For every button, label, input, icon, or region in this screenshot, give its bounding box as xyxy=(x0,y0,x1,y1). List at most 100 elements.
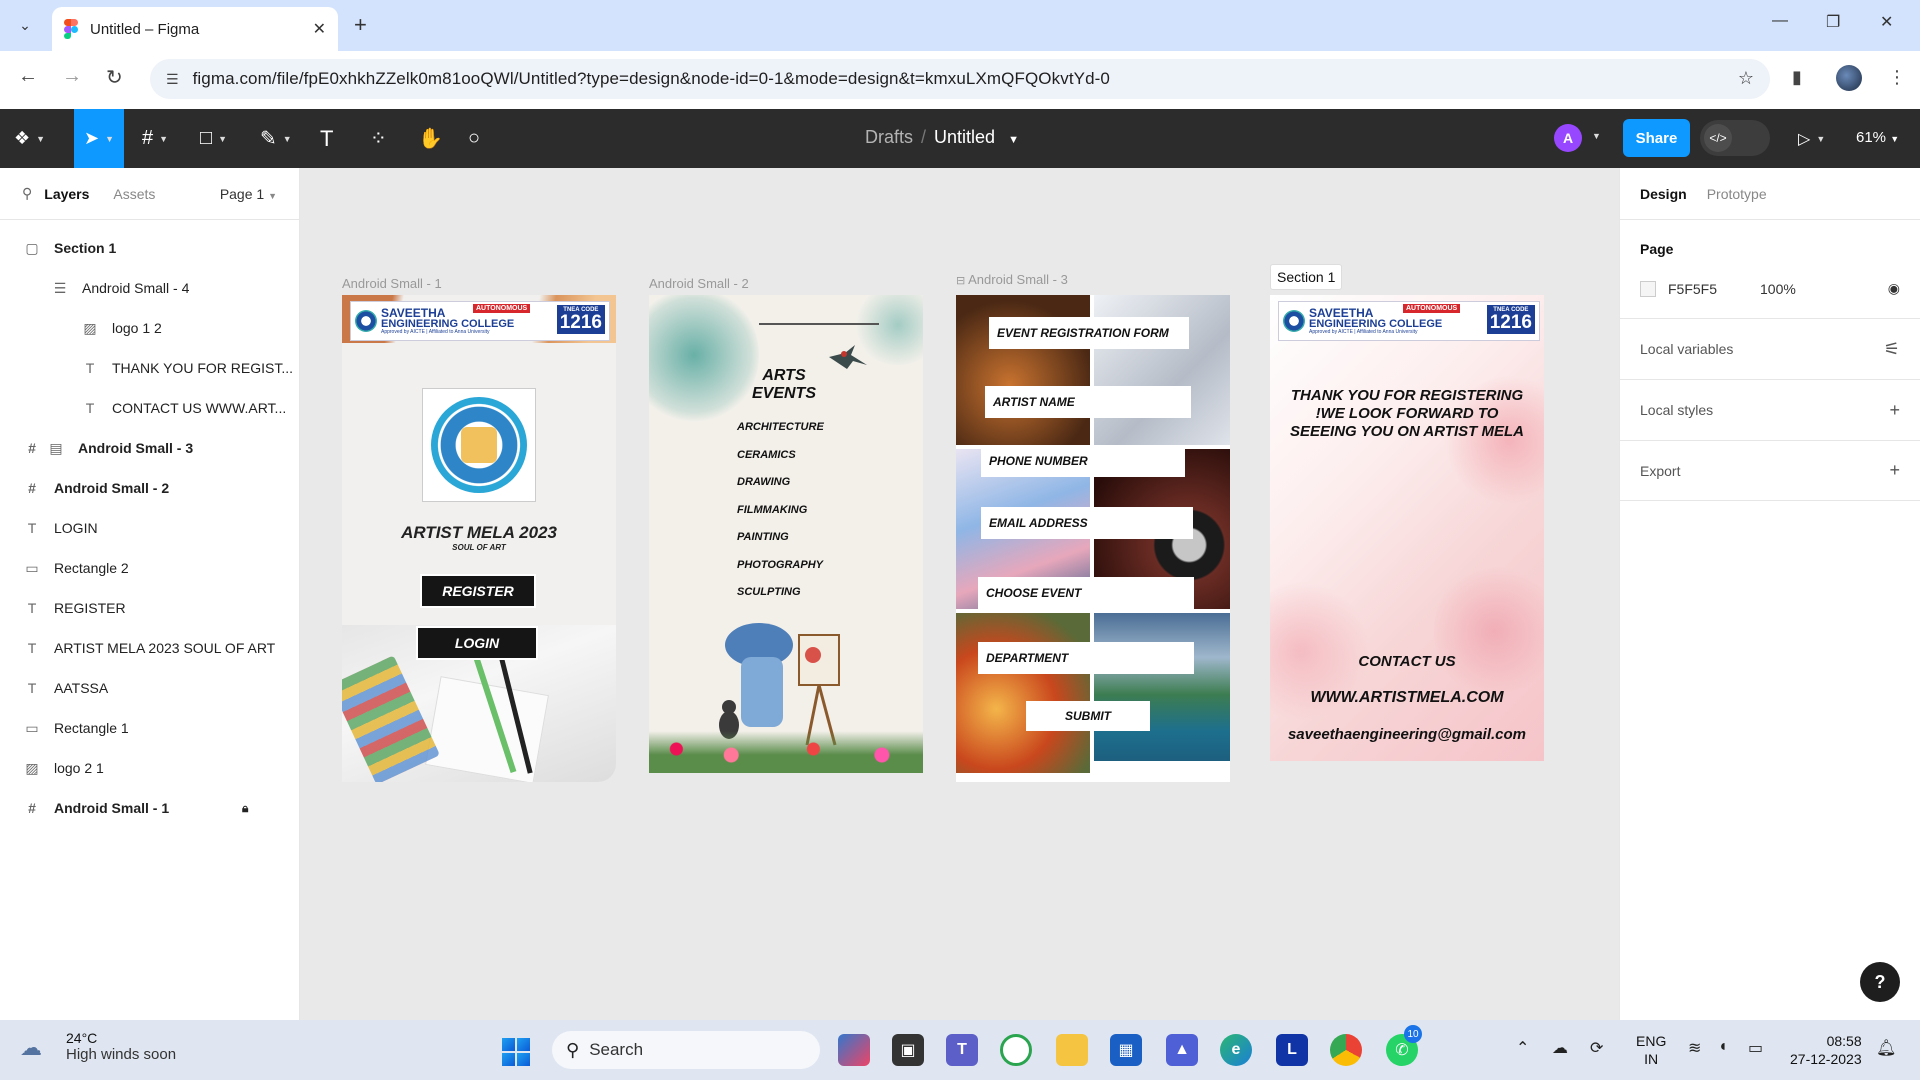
department-field[interactable]: DEPARTMENT xyxy=(978,642,1194,674)
local-styles-row[interactable]: Local styles + xyxy=(1620,379,1920,440)
refresh-app-icon[interactable] xyxy=(1000,1034,1032,1066)
move-tool-button[interactable]: ➤ ▼ xyxy=(74,109,124,168)
choose-event-field[interactable]: CHOOSE EVENT xyxy=(978,577,1194,609)
layer-row[interactable]: ▨ logo 1 2 xyxy=(0,308,300,348)
profile-avatar[interactable] xyxy=(1836,65,1862,91)
register-button[interactable]: REGISTER xyxy=(420,574,536,608)
notification-bell-icon[interactable]: 🔔︎ xyxy=(1876,1038,1896,1058)
eye-icon[interactable]: ◉ xyxy=(1888,280,1900,297)
close-window-icon[interactable]: ✕ xyxy=(1880,12,1893,32)
layer-row[interactable]: T REGISTER xyxy=(0,588,300,628)
export-row[interactable]: Export + xyxy=(1620,440,1920,501)
language-indicator[interactable]: ENG IN xyxy=(1636,1032,1666,1068)
copilot-icon[interactable] xyxy=(838,1034,870,1066)
search-icon[interactable]: ⚲ xyxy=(22,185,32,202)
dev-mode-toggle[interactable]: </> xyxy=(1700,120,1770,156)
browser-tab[interactable]: Untitled – Figma ✕ xyxy=(52,7,338,51)
restore-icon[interactable]: ❐ xyxy=(1826,12,1840,32)
android-small-2-frame[interactable]: ARTS EVENTS ARCHITECTURE CERAMICS DRAWING F… xyxy=(649,295,923,773)
tab-assets[interactable]: Assets xyxy=(113,186,155,202)
present-button[interactable]: ▷ ▼ xyxy=(1798,109,1825,168)
onedrive-icon[interactable]: ☁ xyxy=(1552,1038,1568,1058)
tab-design[interactable]: Design xyxy=(1640,186,1687,202)
page-selector[interactable]: Page 1 ▼ xyxy=(220,186,277,202)
add-export-icon[interactable]: + xyxy=(1889,460,1900,481)
battery-icon[interactable]: ▭ xyxy=(1748,1038,1763,1058)
edge-icon[interactable]: e xyxy=(1220,1034,1252,1066)
layer-row[interactable]: ☰ Android Small - 4 xyxy=(0,268,300,308)
layer-row[interactable]: T LOGIN xyxy=(0,508,300,548)
tab-search-chevron-icon[interactable]: ⌄ xyxy=(12,12,38,38)
pen-tool-button[interactable]: ✎ ▼ xyxy=(260,109,292,168)
sync-icon[interactable]: ⟳ xyxy=(1590,1038,1603,1058)
l-app-icon[interactable]: L xyxy=(1276,1034,1308,1066)
close-tab-icon[interactable]: ✕ xyxy=(313,19,326,39)
email-address-field[interactable]: EMAIL ADDRESS xyxy=(981,507,1193,539)
frame-tool-button[interactable]: # ▼ xyxy=(142,109,168,168)
text-tool-button[interactable]: T xyxy=(320,109,333,168)
layer-row[interactable]: # Android Small - 1 🔒︎ xyxy=(0,788,300,828)
chrome-icon[interactable] xyxy=(1330,1034,1362,1066)
teams-icon[interactable]: T xyxy=(946,1034,978,1066)
forward-icon[interactable]: → xyxy=(62,65,82,88)
new-tab-icon[interactable]: + xyxy=(354,12,367,38)
page-color-swatch[interactable] xyxy=(1640,280,1656,297)
layer-row[interactable]: T ARTIST MELA 2023 SOUL OF ART xyxy=(0,628,300,668)
layer-row[interactable]: ▭ Rectangle 2 xyxy=(0,548,300,588)
lock-icon[interactable]: 🔒︎ xyxy=(242,801,248,816)
design-canvas[interactable]: Android Small - 1 SAVEETHA ENGINEERING C… xyxy=(300,168,1619,1020)
task-view-icon[interactable]: ▣ xyxy=(892,1034,924,1066)
show-hidden-icons[interactable]: ⌃ xyxy=(1516,1038,1529,1058)
layer-row[interactable]: # ▤ Android Small - 3 xyxy=(0,428,300,468)
page-color-value[interactable]: F5F5F5 xyxy=(1668,281,1760,297)
file-explorer-icon[interactable] xyxy=(1056,1034,1088,1066)
add-style-icon[interactable]: + xyxy=(1889,400,1900,421)
zoom-menu[interactable]: 61% ▼ xyxy=(1856,129,1899,146)
reload-icon[interactable]: ↻ xyxy=(106,65,123,90)
artist-name-field[interactable]: ARTIST NAME xyxy=(985,386,1191,418)
start-button[interactable] xyxy=(502,1038,530,1066)
chevron-down-icon[interactable]: ▼ xyxy=(1008,134,1019,146)
file-name[interactable]: Untitled xyxy=(934,127,995,147)
wifi-icon[interactable]: ≋ xyxy=(1688,1038,1701,1058)
user-avatar[interactable]: A xyxy=(1554,124,1582,152)
side-panel-icon[interactable]: ▮ xyxy=(1792,67,1802,88)
local-variables-row[interactable]: Local variables ⚟ xyxy=(1620,318,1920,379)
comment-tool-button[interactable]: ○ xyxy=(468,109,480,168)
android-small-1-frame[interactable]: SAVEETHA ENGINEERING COLLEGE Approved by… xyxy=(342,295,616,782)
login-button[interactable]: LOGIN xyxy=(416,626,538,660)
minimize-icon[interactable]: — xyxy=(1772,12,1788,30)
help-button[interactable]: ? xyxy=(1860,962,1900,1002)
address-bar[interactable]: ☰ figma.com/file/fpE0xhkhZZelk0m81ooQWl/… xyxy=(150,59,1770,99)
layer-row[interactable]: ▭ Rectangle 1 xyxy=(0,708,300,748)
frame-label[interactable]: Android Small - 1 xyxy=(342,276,442,291)
phone-number-field[interactable]: PHONE NUMBER xyxy=(981,445,1185,477)
volume-icon[interactable]: ◖ xyxy=(1718,1038,1728,1056)
layer-row[interactable]: T THANK YOU FOR REGIST... xyxy=(0,348,300,388)
frame-label[interactable]: ⊟ Android Small - 3 xyxy=(956,272,1068,287)
weather-widget[interactable]: ☁ 24°C High winds soon xyxy=(20,1030,176,1063)
back-icon[interactable]: ← xyxy=(18,65,38,88)
layer-row[interactable]: T CONTACT US WWW.ART... xyxy=(0,388,300,428)
store-icon[interactable]: ▦ xyxy=(1110,1034,1142,1066)
layer-row[interactable]: # Android Small - 2 xyxy=(0,468,300,508)
sliders-icon[interactable]: ⚟ xyxy=(1884,339,1900,360)
layer-row[interactable]: T AATSSA xyxy=(0,668,300,708)
browser-menu-icon[interactable]: ⋮ xyxy=(1888,67,1906,88)
avatar-chevron-icon[interactable]: ▼ xyxy=(1592,131,1601,141)
tab-layers[interactable]: Layers xyxy=(44,186,89,202)
shape-tool-button[interactable]: □ ▼ xyxy=(200,109,227,168)
bookmark-star-icon[interactable]: ☆ xyxy=(1738,68,1754,89)
resources-button[interactable]: ⁘ xyxy=(370,109,387,168)
hand-tool-button[interactable]: ✋ xyxy=(418,109,443,168)
android-small-4-frame[interactable]: SAVEETHA ENGINEERING COLLEGE Approved by… xyxy=(1270,295,1544,761)
submit-button[interactable]: SUBMIT xyxy=(1026,701,1150,731)
clock[interactable]: 08:58 27-12-2023 xyxy=(1790,1032,1862,1068)
android-small-3-frame[interactable]: EVENT REGISTRATION FORM ARTIST NAME PHON… xyxy=(956,295,1230,782)
layer-row[interactable]: ▨ logo 2 1 xyxy=(0,748,300,788)
page-opacity-value[interactable]: 100% xyxy=(1760,281,1796,297)
breadcrumb-drafts[interactable]: Drafts xyxy=(865,127,913,147)
taskbar-search[interactable]: ⚲ Search xyxy=(552,1031,820,1069)
section-1-label[interactable]: Section 1 xyxy=(1270,264,1343,290)
tab-prototype[interactable]: Prototype xyxy=(1707,186,1767,202)
